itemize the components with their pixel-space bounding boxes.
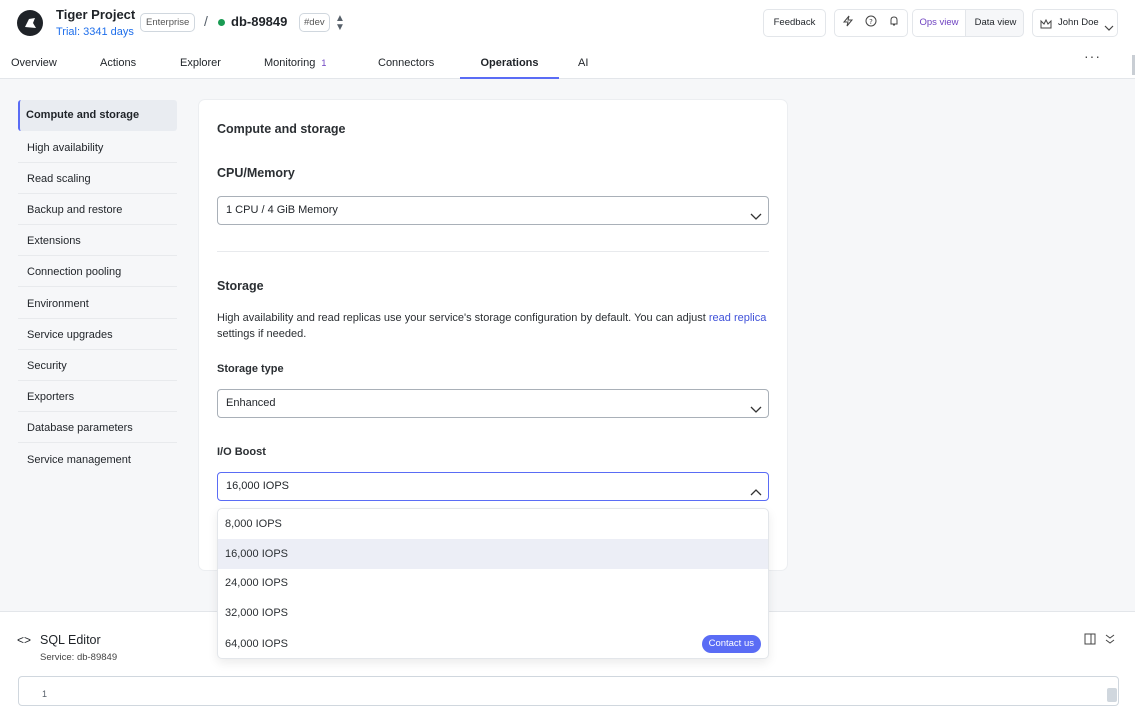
sidebar-item-extensions[interactable]: Extensions	[18, 226, 177, 256]
split-panel-icon[interactable]	[1084, 633, 1099, 648]
service-name[interactable]: db-89849	[231, 14, 287, 29]
io-option-16000[interactable]: 16,000 IOPS	[218, 539, 768, 569]
sidebar-item-read-scaling[interactable]: Read scaling	[18, 164, 177, 194]
plan-badge: Enterprise	[140, 13, 196, 32]
tab-ai[interactable]: AI	[578, 48, 588, 79]
sidebar-item-service-management[interactable]: Service management	[18, 445, 177, 475]
ops-view-button[interactable]: Ops view	[913, 10, 966, 36]
editor-scrollbar[interactable]	[1107, 688, 1117, 702]
header-icon-group: ?	[834, 9, 908, 37]
io-option-24000[interactable]: 24,000 IOPS	[218, 568, 768, 598]
tab-explorer[interactable]: Explorer	[180, 48, 221, 79]
svg-text:?: ?	[869, 18, 873, 26]
sidebar-item-backup-and-restore[interactable]: Backup and restore	[18, 195, 177, 225]
project-title[interactable]: Tiger Project	[56, 7, 135, 22]
tab-monitoring-count: 1	[321, 58, 327, 68]
user-name: John Doe	[1058, 17, 1099, 28]
tiger-logo-icon[interactable]	[17, 10, 43, 36]
cpu-memory-heading: CPU/Memory	[217, 166, 295, 180]
data-view-button[interactable]: Data view	[967, 10, 1023, 36]
chevron-down-icon	[750, 206, 762, 220]
storage-description: High availability and read replicas use …	[217, 310, 769, 342]
storage-type-value: Enhanced	[226, 397, 276, 409]
bolt-icon[interactable]	[840, 15, 856, 31]
storage-desc-text-end: settings if needed.	[217, 328, 307, 340]
service-switcher-icon[interactable]: ▲ ▼	[334, 14, 346, 33]
tab-connectors[interactable]: Connectors	[378, 48, 434, 79]
sidebar-item-database-parameters[interactable]: Database parameters	[18, 413, 177, 443]
trial-days-link[interactable]: Trial: 3341 days	[56, 26, 134, 38]
tab-monitoring[interactable]: Monitoring 1	[264, 48, 326, 79]
io-option-8000[interactable]: 8,000 IOPS	[218, 509, 768, 539]
help-icon[interactable]: ?	[863, 15, 879, 31]
feedback-button[interactable]: Feedback	[763, 9, 826, 37]
crown-icon	[1039, 16, 1053, 30]
sql-editor-title: SQL Editor	[40, 633, 101, 647]
code-icon: <>	[17, 633, 32, 647]
storage-heading: Storage	[217, 279, 264, 293]
storage-type-label: Storage type	[217, 363, 284, 375]
collapse-chevrons-icon[interactable]	[1105, 634, 1115, 648]
sidebar-item-exporters[interactable]: Exporters	[18, 382, 177, 412]
sidebar-item-high-availability[interactable]: High availability	[18, 133, 177, 163]
more-options-icon[interactable]: ···	[1084, 48, 1101, 64]
sql-editor-service: Service: db-89849	[40, 652, 118, 663]
environment-badge: #dev	[299, 13, 330, 32]
storage-type-select[interactable]: Enhanced	[217, 389, 769, 418]
sidebar-item-connection-pooling[interactable]: Connection pooling	[18, 257, 177, 287]
view-toggle: Ops view Data view	[912, 9, 1024, 37]
chevron-up-icon	[750, 482, 762, 496]
section-divider	[217, 251, 769, 252]
chevron-down-icon	[1104, 18, 1114, 44]
tab-monitoring-label: Monitoring	[264, 57, 316, 69]
read-replica-link[interactable]: read replica	[709, 312, 766, 324]
tab-operations[interactable]: Operations	[460, 48, 559, 79]
chevron-down-icon	[750, 399, 762, 413]
sidebar-item-environment[interactable]: Environment	[18, 289, 177, 319]
sidebar-item-security[interactable]: Security	[18, 351, 177, 381]
sidebar-item-service-upgrades[interactable]: Service upgrades	[18, 320, 177, 350]
contact-us-button[interactable]: Contact us	[701, 635, 761, 653]
tab-overview[interactable]: Overview	[11, 48, 57, 79]
io-option-64000[interactable]: 64,000 IOPS Contact us	[218, 629, 768, 658]
sql-editor-input[interactable]	[18, 676, 1119, 706]
io-option-64000-label: 64,000 IOPS	[225, 638, 288, 650]
io-boost-select[interactable]: 16,000 IOPS	[217, 472, 769, 501]
sidebar-item-compute-and-storage[interactable]: Compute and storage	[18, 100, 177, 131]
user-menu-button[interactable]: John Doe	[1032, 9, 1118, 37]
breadcrumb-separator: /	[204, 13, 208, 29]
line-number: 1	[42, 689, 48, 699]
io-boost-value: 16,000 IOPS	[226, 480, 289, 492]
io-boost-label: I/O Boost	[217, 446, 266, 458]
page-title: Compute and storage	[217, 122, 346, 136]
top-header: Tiger Project Trial: 3341 days Enterpris…	[0, 0, 1135, 48]
service-status-dot	[218, 19, 225, 26]
cpu-memory-value: 1 CPU / 4 GiB Memory	[226, 204, 338, 216]
tab-actions[interactable]: Actions	[100, 48, 136, 79]
io-option-32000[interactable]: 32,000 IOPS	[218, 598, 768, 628]
bell-icon[interactable]	[886, 15, 902, 31]
cpu-memory-select[interactable]: 1 CPU / 4 GiB Memory	[217, 196, 769, 225]
sql-editor-actions	[1084, 633, 1115, 648]
io-boost-dropdown: 8,000 IOPS 16,000 IOPS 24,000 IOPS 32,00…	[217, 508, 769, 659]
storage-desc-text: High availability and read replicas use …	[217, 312, 709, 324]
main-tabs: Overview Actions Explorer Monitoring 1 Co…	[0, 48, 1135, 79]
